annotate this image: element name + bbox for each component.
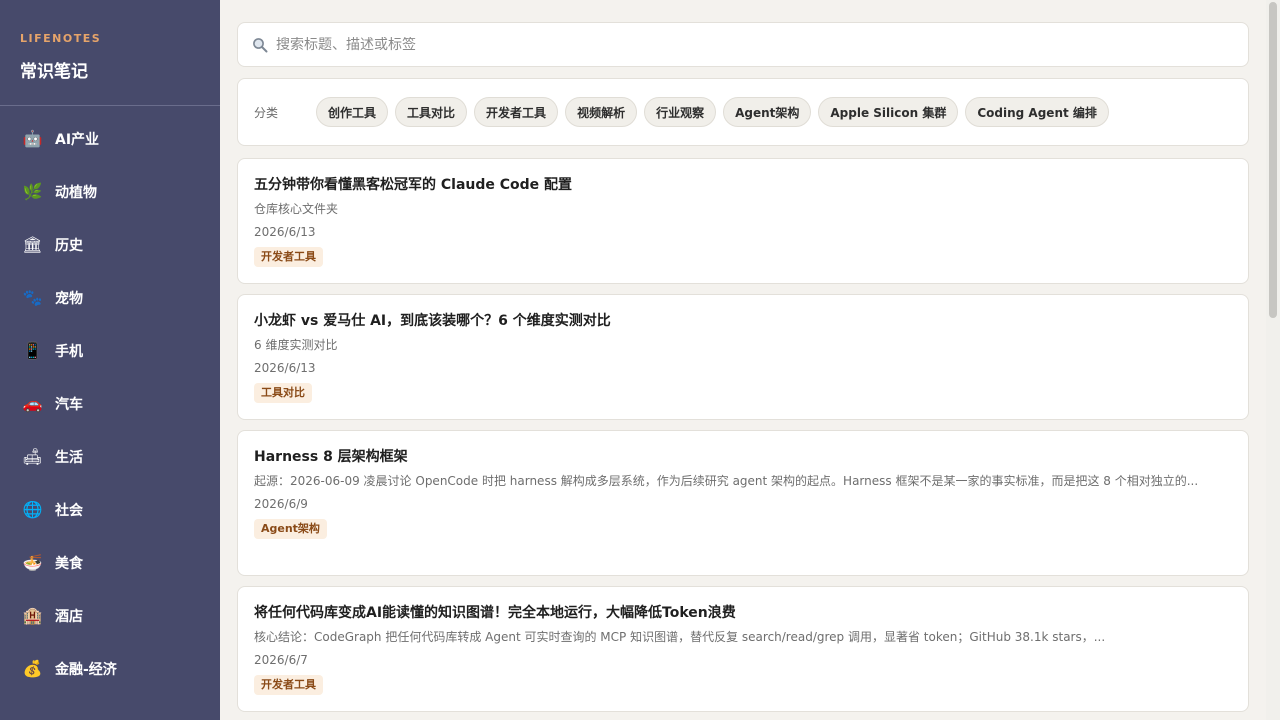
note-title: Harness 8 层架构框架 [254,449,408,465]
search-icon [253,37,268,52]
hotel-icon: 🏨 [22,605,43,625]
money-bag-icon: 💰 [22,658,43,678]
note-date: 2026/6/13 [254,361,316,375]
note-description: 起源：2026-06-09 凌晨讨论 OpenCode 时把 harness 解… [254,474,1199,488]
sidebar-item[interactable]: 🛋 生活 [0,430,220,483]
robot-icon: 🤖 [22,128,43,148]
sidebar-item-label: 手机 [55,343,83,360]
scrollbar-thumb[interactable] [1269,2,1277,318]
note-tag[interactable]: Agent架构 [254,519,327,539]
note-tag[interactable]: 工具对比 [254,383,312,403]
note-tag[interactable]: 开发者工具 [254,675,323,695]
sidebar-item[interactable]: 🌐 社会 [0,483,220,536]
sidebar-item-label: 历史 [55,237,83,254]
category-chip[interactable]: 创作工具 [316,97,389,127]
sidebar-item-label: 动植物 [55,184,97,201]
note-description: 仓库核心文件夹 [254,202,339,216]
brand-subtitle: LIFENOTES [20,32,102,45]
note-date: 2026/6/9 [254,497,308,511]
category-chip[interactable]: 工具对比 [395,97,468,127]
couch-icon: 🛋 [22,446,43,466]
sidebar-item-label: 生活 [55,449,83,466]
category-filter: 分类 创作工具 工具对比 开发者工具 视频解析 行业观察 Agent架构 Apple Sil… [237,78,1249,146]
sidebar-item[interactable]: 🐾 宠物 [0,271,220,324]
note-description: 核心结论：CodeGraph 把任何代码库转成 Agent 可实时查询的 MCP… [254,630,1106,644]
note-title: 将任何代码库变成AI能读懂的知识图谱！完全本地运行，大幅降低Token浪费 [254,605,736,621]
note-date: 2026/6/7 [254,653,308,667]
sidebar-item[interactable]: 🏛 历史 [0,218,220,271]
sidebar-item-label: AI产业 [55,131,100,148]
category-chip[interactable]: 视频解析 [565,97,638,127]
note-title: 五分钟带你看懂黑客松冠军的 Claude Code 配置 [254,177,573,193]
sidebar-nav: 🤖 AI产业 🌿 动植物 🏛 历史 🐾 宠物 📱 手机 🚗 汽车 🛋 生活 🌐 社会 🍜 美食 🏨 酒店 💰 金融-经济 [0,106,220,695]
scrollbar[interactable] [1266,0,1280,720]
brand-title: 常识笔记 [20,62,88,82]
noodle-bowl-icon: 🍜 [22,552,43,572]
sidebar-item[interactable]: 📱 手机 [0,324,220,377]
category-chip[interactable]: 行业观察 [644,97,717,127]
sidebar-item[interactable]: 💰 金融-经济 [0,642,220,695]
main-content: 分类 创作工具工具对比开发者工具视频解析行业观察Agent架构Apple Sil… [237,0,1249,720]
sidebar-item-label: 金融-经济 [55,661,117,678]
globe-icon: 🌐 [22,499,43,519]
search-bar [237,22,1249,67]
brand: LIFENOTES 常识笔记 [0,0,220,106]
note-card[interactable]: 将任何代码库变成AI能读懂的知识图谱！完全本地运行，大幅降低Token浪费核心结… [237,586,1249,712]
note-date: 2026/6/13 [254,225,316,239]
sidebar-item-label: 社会 [55,502,83,519]
car-icon: 🚗 [22,393,43,413]
paw-prints-icon: 🐾 [22,287,43,307]
sidebar-item[interactable]: 🍜 美食 [0,536,220,589]
sidebar: LIFENOTES 常识笔记 🤖 AI产业 🌿 动植物 🏛 历史 🐾 宠物 📱 手机 🚗 汽车 🛋 生活 🌐… [0,0,220,720]
herb-icon: 🌿 [22,181,43,201]
note-title: 小龙虾 vs 爱马仕 AI，到底该装哪个？6 个维度实测对比 [254,313,611,329]
category-chips: 创作工具 工具对比 开发者工具 视频解析 行业观察 Agent架构 Apple Silico… [316,97,1109,127]
sidebar-item-label: 汽车 [55,396,83,413]
sidebar-item[interactable]: 🌿 动植物 [0,165,220,218]
category-chip[interactable]: Agent架构 [723,97,812,127]
note-card[interactable]: Harness 8 层架构框架起源：2026-06-09 凌晨讨论 OpenCo… [237,430,1249,576]
search-input[interactable] [276,36,1176,53]
sidebar-item-label: 宠物 [55,290,83,307]
note-card[interactable]: 五分钟带你看懂黑客松冠军的 Claude Code 配置 仓库核心文件夹 2026/… [237,158,1249,284]
sidebar-item[interactable]: 🤖 AI产业 [0,112,220,165]
filter-label: 分类 [254,105,279,120]
category-chip[interactable]: 开发者工具 [474,97,559,127]
sidebar-item-label: 美食 [55,555,83,572]
sidebar-item[interactable]: 🚗 汽车 [0,377,220,430]
note-card[interactable]: 小龙虾 vs 爱马仕 AI，到底该装哪个？6 个维度实测对比 6 维度实测对比 20… [237,294,1249,420]
category-chip[interactable]: Coding Agent 编排 [965,97,1109,127]
classical-building-icon: 🏛 [22,234,43,254]
category-chip[interactable]: Apple Silicon 集群 [818,97,959,127]
mobile-phone-icon: 📱 [22,340,43,360]
sidebar-item-label: 酒店 [55,608,83,625]
sidebar-item[interactable]: 🏨 酒店 [0,589,220,642]
note-tag[interactable]: 开发者工具 [254,247,323,267]
note-description: 6 维度实测对比 [254,338,338,352]
